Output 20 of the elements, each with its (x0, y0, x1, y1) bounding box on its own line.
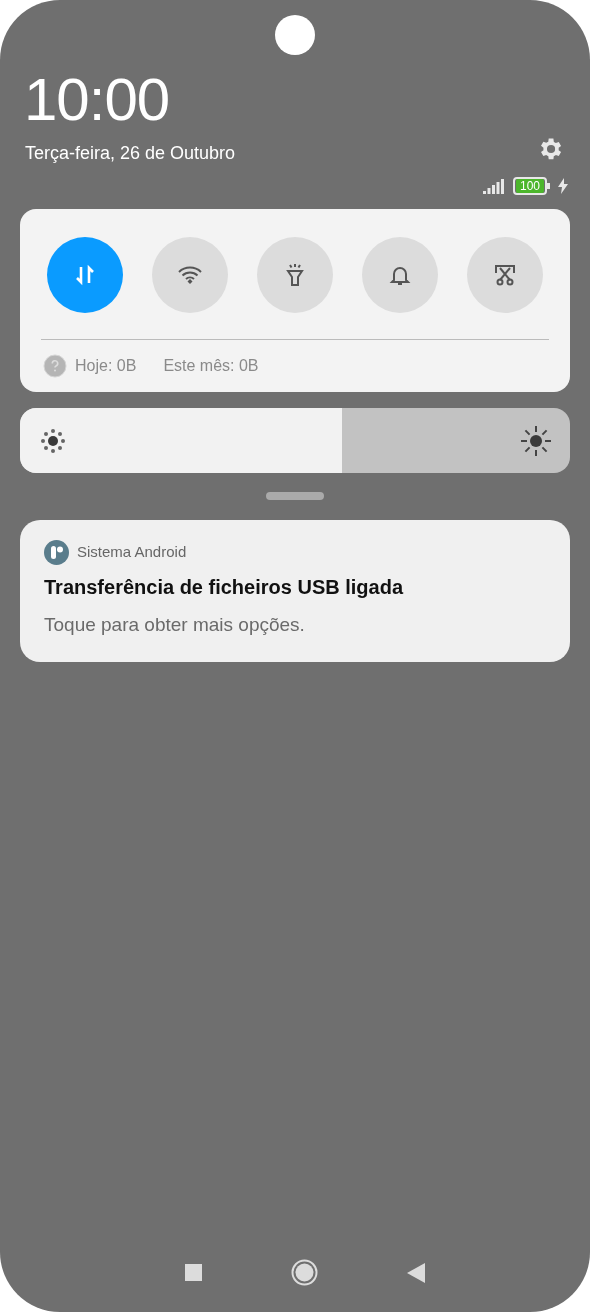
back-button[interactable] (407, 1262, 426, 1283)
signal-icon (482, 178, 505, 194)
drag-handle[interactable] (266, 492, 324, 500)
app-name: Sistema Android (77, 542, 187, 563)
clock-time: 10:00 (24, 70, 171, 130)
notification-card[interactable]: Sistema Android Transferência de ficheiros USB ligada Toque para obter mais opções. (20, 520, 570, 662)
brightness-high-icon (520, 424, 552, 457)
recents-button[interactable] (184, 1264, 202, 1281)
notification-title: Transferência de ficheiros USB ligada (44, 575, 405, 600)
home-button[interactable] (291, 1259, 318, 1286)
today-usage: Hoje: 0B (75, 356, 137, 376)
battery-level: 100 (512, 177, 547, 195)
app-icon (44, 540, 69, 565)
brightness-slider[interactable] (20, 408, 570, 473)
date-text: Terça-feira, 26 de Outubro (25, 142, 236, 165)
notification-text: Toque para obter mais opções. (44, 613, 306, 637)
help-icon[interactable] (43, 354, 67, 378)
brightness-low-icon (40, 427, 66, 454)
month-usage: Este mês: 0B (163, 356, 259, 376)
camera-hole (275, 15, 315, 55)
